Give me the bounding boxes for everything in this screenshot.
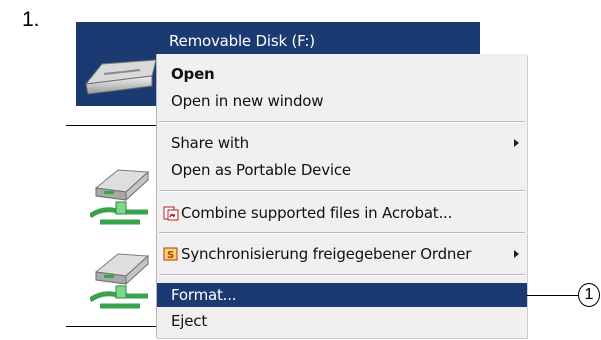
submenu-arrow-icon xyxy=(514,250,519,258)
divider xyxy=(66,125,158,126)
menu-item-label: Open xyxy=(171,65,215,83)
menu-separator xyxy=(159,274,525,276)
network-drive-icon xyxy=(90,253,150,309)
menu-item-eject[interactable]: Eject xyxy=(157,309,527,333)
menu-item-label: Format... xyxy=(171,286,237,304)
menu-item-label: Combine supported files in Acrobat... xyxy=(181,204,453,222)
menu-item-combine-acrobat[interactable]: Combine supported files in Acrobat... xyxy=(157,201,527,225)
step-number: 1. xyxy=(22,8,40,31)
menu-separator xyxy=(159,190,525,192)
menu-item-label: Share with xyxy=(171,134,249,152)
menu-item-open-new-window[interactable]: Open in new window xyxy=(157,89,527,113)
menu-separator xyxy=(159,232,525,234)
context-menu: Open Open in new window Share with Open … xyxy=(156,54,527,338)
menu-item-open[interactable]: Open xyxy=(157,62,527,86)
menu-item-open-portable-device[interactable]: Open as Portable Device xyxy=(157,158,527,182)
sync-s-icon: S xyxy=(163,247,178,261)
menu-item-synchronisierung[interactable]: S Synchronisierung freigegebener Ordner xyxy=(157,242,527,266)
drive-label: Removable Disk (F:) xyxy=(169,32,315,50)
network-drive-icon xyxy=(90,169,150,225)
menu-item-label: Open in new window xyxy=(171,92,324,110)
submenu-arrow-icon xyxy=(514,139,519,147)
callout-number: 1 xyxy=(578,283,600,307)
usb-drive-icon xyxy=(84,59,157,95)
svg-text:S: S xyxy=(167,250,174,261)
callout-line xyxy=(526,295,579,296)
menu-separator xyxy=(159,121,525,123)
menu-item-format[interactable]: Format... xyxy=(157,283,527,307)
menu-item-label: Eject xyxy=(171,312,208,330)
menu-item-share-with[interactable]: Share with xyxy=(157,131,527,155)
divider xyxy=(66,326,158,327)
menu-item-label: Synchronisierung freigegebener Ordner xyxy=(181,245,472,263)
acrobat-icon xyxy=(163,206,179,221)
menu-item-label: Open as Portable Device xyxy=(171,161,351,179)
